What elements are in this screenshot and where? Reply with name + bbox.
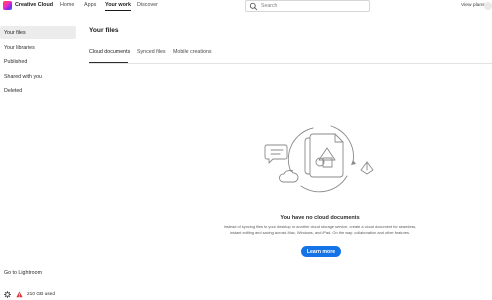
- gear-icon[interactable]: [4, 290, 11, 298]
- sidebar-item-your-files[interactable]: Your files: [0, 26, 76, 39]
- nav-apps[interactable]: Apps: [84, 2, 96, 8]
- empty-state-title: You have no cloud documents: [280, 215, 360, 221]
- sidebar-item-published[interactable]: Published: [0, 55, 76, 68]
- nav-discover[interactable]: Discover: [137, 2, 158, 8]
- sidebar-item-label: Published: [4, 58, 28, 65]
- search-box[interactable]: [245, 0, 370, 12]
- app-name: Creative Cloud: [15, 2, 54, 8]
- view-plans-link[interactable]: View plans: [461, 3, 485, 8]
- go-to-lightroom-link[interactable]: Go to Lightroom: [4, 270, 42, 276]
- sidebar-item-label: Your libraries: [4, 44, 35, 51]
- sidebar: Your files Your libraries Published Shar…: [0, 13, 79, 300]
- tabs-divider: [89, 63, 492, 64]
- sidebar-item-deleted[interactable]: Deleted: [0, 84, 76, 97]
- sidebar-item-label: Your files: [4, 29, 26, 36]
- cloud-documents-illustration-icon: [264, 125, 374, 193]
- page-title: Your files: [89, 27, 119, 34]
- tab-synced-files[interactable]: Synced files: [137, 49, 166, 55]
- sidebar-item-shared-with-you[interactable]: Shared with you: [0, 70, 76, 83]
- storage-status: 210 GB used: [4, 290, 55, 298]
- empty-state-description: Instead of syncing files to your desktop…: [223, 224, 417, 235]
- search-input[interactable]: [261, 1, 361, 11]
- tab-mobile-creations[interactable]: Mobile creations: [173, 49, 212, 55]
- sidebar-item-label: Deleted: [4, 87, 23, 94]
- sidebar-item-your-libraries[interactable]: Your libraries: [0, 41, 76, 54]
- help-icon[interactable]: [484, 2, 492, 10]
- sidebar-item-label: Shared with you: [4, 73, 42, 80]
- search-icon: [249, 2, 258, 10]
- tab-cloud-documents[interactable]: Cloud documents: [89, 49, 130, 55]
- storage-used-text: 210 GB used: [27, 291, 56, 297]
- nav-your-work[interactable]: Your work: [105, 2, 131, 11]
- top-bar: Creative Cloud Home Apps Your work Disco…: [0, 0, 492, 13]
- learn-more-button[interactable]: Learn more: [301, 246, 341, 257]
- nav-home[interactable]: Home: [60, 2, 74, 8]
- warning-icon: [16, 291, 23, 297]
- creative-cloud-logo-icon[interactable]: [3, 1, 12, 10]
